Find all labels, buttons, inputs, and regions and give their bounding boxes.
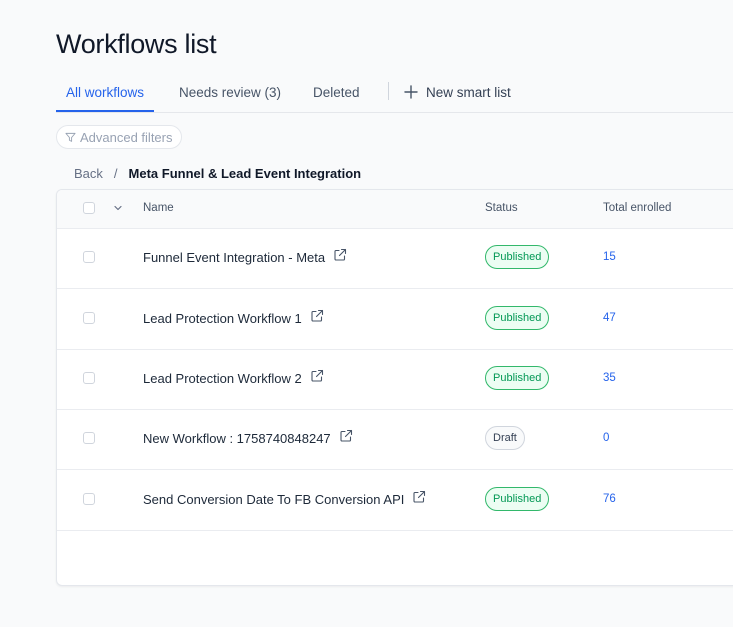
external-link-icon[interactable] [333, 248, 347, 262]
breadcrumb-back-link[interactable]: Back [74, 166, 103, 181]
column-header-name[interactable]: Name [143, 190, 174, 226]
chevron-down-icon[interactable] [113, 203, 123, 213]
workflow-tabs: All workflows Needs review (3) Deleted N… [56, 76, 733, 113]
status-badge: Draft [485, 426, 525, 450]
total-enrolled-count[interactable]: 47 [603, 289, 616, 347]
page-title: Workflows list [56, 29, 217, 59]
column-header-status[interactable]: Status [485, 190, 518, 226]
workflow-name: Lead Protection Workflow 1 [143, 311, 302, 326]
row-checkbox[interactable] [83, 251, 95, 263]
status-badge: Published [485, 245, 550, 269]
select-all-checkbox[interactable] [83, 202, 95, 214]
workflow-name: Send Conversion Date To FB Conversion AP… [143, 492, 405, 507]
table-row: Funnel Event Integration - Meta Publishe… [57, 228, 733, 289]
total-enrolled-count[interactable]: 76 [603, 470, 616, 528]
table-row: Lead Protection Workflow 1 Published 47 [57, 289, 733, 350]
table-row: New Workflow : 1758740848247 Draft 0 [57, 409, 733, 470]
total-enrolled-count[interactable]: 15 [603, 228, 616, 286]
external-link-icon[interactable] [339, 429, 353, 443]
row-checkbox[interactable] [83, 432, 95, 444]
table-row: Lead Protection Workflow 2 Published 35 [57, 349, 733, 410]
table-header: Name Status Total enrolled [57, 190, 733, 229]
workflow-name-link[interactable]: Lead Protection Workflow 2 [143, 349, 324, 409]
column-header-total-enrolled[interactable]: Total enrolled [603, 190, 671, 226]
status-badge: Published [485, 306, 550, 330]
tab-deleted[interactable]: Deleted [313, 76, 360, 112]
breadcrumb: Back / Meta Funnel & Lead Event Integrat… [74, 166, 361, 181]
total-enrolled-count[interactable]: 35 [603, 349, 616, 407]
tab-all-workflows[interactable]: All workflows [56, 76, 155, 112]
table-row: Send Conversion Date To FB Conversion AP… [57, 470, 733, 531]
workflow-name: Lead Protection Workflow 2 [143, 371, 302, 386]
plus-icon [404, 85, 418, 99]
workflow-name-link[interactable]: New Workflow : 1758740848247 [143, 409, 353, 469]
status-badge: Published [485, 487, 550, 511]
workflows-table: Name Status Total enrolled Funnel Event … [56, 189, 733, 586]
new-smart-list-button[interactable]: New smart list [404, 76, 511, 108]
external-link-icon[interactable] [310, 369, 324, 383]
advanced-filters-label: Advanced filters [80, 129, 173, 145]
workflow-name: New Workflow : 1758740848247 [143, 431, 331, 446]
external-link-icon[interactable] [412, 490, 426, 504]
tab-divider [388, 82, 389, 100]
breadcrumb-separator: / [113, 166, 118, 181]
status-badge: Published [485, 366, 550, 390]
workflow-name: Funnel Event Integration - Meta [143, 250, 326, 265]
workflow-name-link[interactable]: Funnel Event Integration - Meta [143, 228, 347, 288]
new-smart-list-label: New smart list [426, 84, 511, 100]
row-checkbox[interactable] [83, 493, 95, 505]
filter-icon [65, 132, 76, 142]
workflow-name-link[interactable]: Send Conversion Date To FB Conversion AP… [143, 470, 426, 530]
total-enrolled-count[interactable]: 0 [603, 409, 609, 467]
row-checkbox[interactable] [83, 372, 95, 384]
external-link-icon[interactable] [310, 309, 324, 323]
tab-needs-review[interactable]: Needs review (3) [179, 76, 281, 112]
advanced-filters-button[interactable]: Advanced filters [56, 125, 182, 149]
workflow-name-link[interactable]: Lead Protection Workflow 1 [143, 289, 324, 349]
row-checkbox[interactable] [83, 312, 95, 324]
breadcrumb-current-folder: Meta Funnel & Lead Event Integration [128, 166, 362, 181]
